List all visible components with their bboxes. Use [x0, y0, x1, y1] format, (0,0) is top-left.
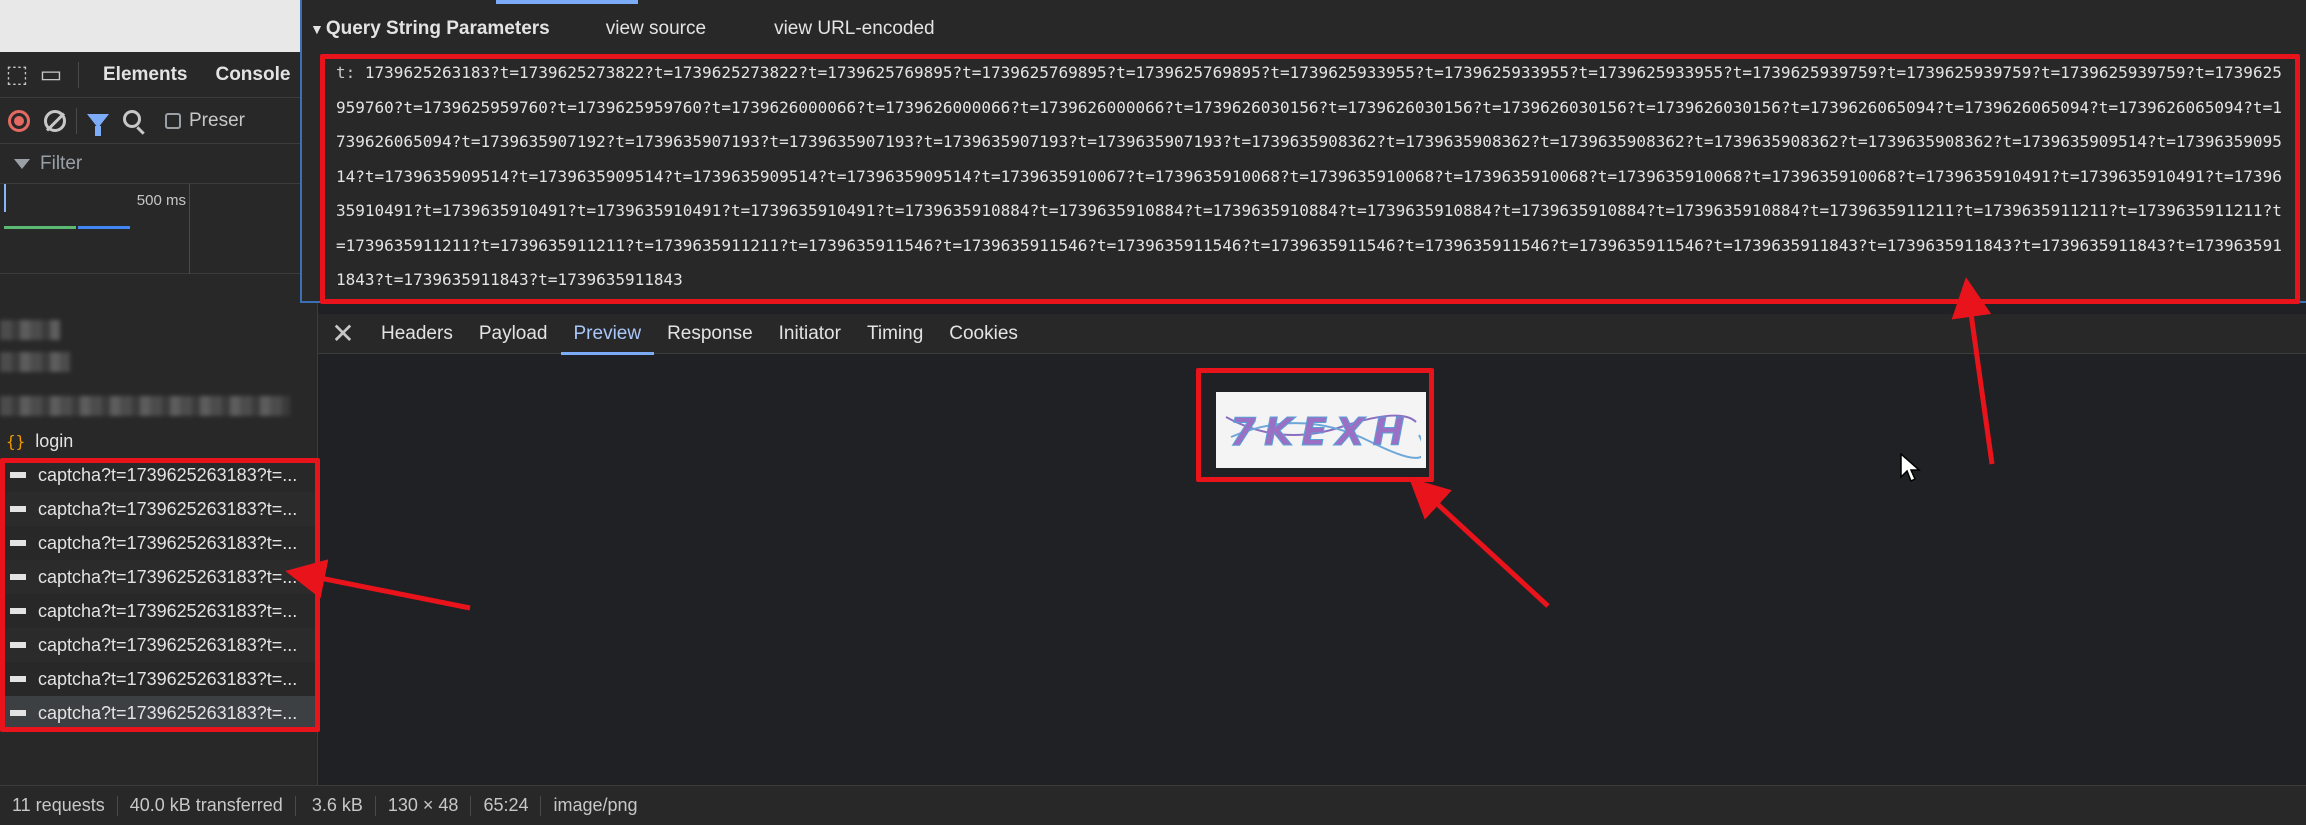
- timeline-bar-blue: [78, 226, 130, 229]
- timeline-label-500ms: 500 ms: [136, 192, 186, 209]
- view-source-link[interactable]: view source: [606, 18, 706, 40]
- payload-tab-indicator: [496, 0, 638, 4]
- tab-headers[interactable]: Headers: [368, 314, 466, 354]
- query-string-title[interactable]: Query String Parameters: [326, 18, 550, 40]
- status-bar: 11 requests 40.0 kB transferred 3.6 kB 1…: [0, 785, 2306, 825]
- status-image-dimensions: 130 × 48: [376, 795, 472, 816]
- stop-recording-icon[interactable]: [8, 109, 30, 132]
- status-image-size: 3.6 kB: [300, 795, 376, 816]
- xhr-icon: {}: [6, 431, 26, 451]
- annotation-box-captcha-image: [1196, 368, 1434, 482]
- tab-cookies[interactable]: Cookies: [936, 314, 1031, 354]
- tab-initiator[interactable]: Initiator: [766, 314, 854, 354]
- filter-funnel-icon: [14, 158, 30, 169]
- view-url-encoded-link[interactable]: view URL-encoded: [774, 18, 935, 40]
- status-mime-type: image/png: [553, 795, 638, 815]
- tab-timing[interactable]: Timing: [854, 314, 936, 354]
- inspect-element-icon[interactable]: ⬚: [0, 52, 34, 98]
- status-aspect-ratio: 65:24: [471, 795, 542, 816]
- detail-tabs: ✕ Headers Payload Preview Response Initi…: [318, 314, 2306, 355]
- status-request-count: 11 requests: [0, 795, 118, 816]
- preserve-log-checkbox[interactable]: [165, 112, 181, 129]
- annotation-box-request-list: [0, 458, 320, 732]
- query-string-header: ▼ Query String Parameters view source vi…: [302, 6, 2306, 52]
- tab-preview[interactable]: Preview: [560, 314, 655, 355]
- close-icon[interactable]: ✕: [318, 317, 368, 350]
- page-background-strip: [0, 0, 300, 52]
- tab-response[interactable]: Response: [654, 314, 766, 354]
- filter-icon[interactable]: [87, 113, 109, 136]
- device-toolbar-icon[interactable]: ▭: [34, 52, 68, 98]
- devtools-toolbar: ⬚ ▭ Elements Console: [0, 52, 318, 98]
- mouse-cursor-icon: [1900, 453, 1921, 483]
- annotation-box-query-params: [320, 54, 2300, 304]
- filter-bar: Filter: [0, 144, 318, 184]
- tab-elements[interactable]: Elements: [89, 64, 201, 86]
- tab-payload[interactable]: Payload: [466, 314, 561, 354]
- network-toolbar: Preser: [0, 98, 318, 144]
- request-row-login[interactable]: {} login: [0, 424, 318, 458]
- blurred-request-row: [0, 352, 70, 372]
- search-icon[interactable]: [123, 109, 141, 128]
- preserve-log-label: Preser: [189, 109, 245, 131]
- filter-placeholder: Filter: [40, 152, 83, 174]
- clear-icon[interactable]: [44, 109, 66, 132]
- status-transferred: 40.0 kB transferred: [118, 795, 296, 816]
- toolbar-divider: [78, 61, 79, 88]
- blurred-request-row: [0, 320, 60, 340]
- filter-input[interactable]: Filter: [14, 153, 82, 175]
- network-overview-timeline[interactable]: 500 ms: [0, 184, 318, 274]
- tab-console[interactable]: Console: [201, 64, 304, 86]
- timeline-gridline: [189, 184, 190, 274]
- timeline-start-marker: [4, 184, 6, 212]
- timeline-bar-green: [4, 226, 76, 229]
- collapse-triangle-icon[interactable]: ▼: [310, 21, 324, 37]
- request-name: login: [35, 430, 74, 451]
- toolbar-divider: [76, 107, 77, 134]
- blurred-request-row: [0, 396, 290, 416]
